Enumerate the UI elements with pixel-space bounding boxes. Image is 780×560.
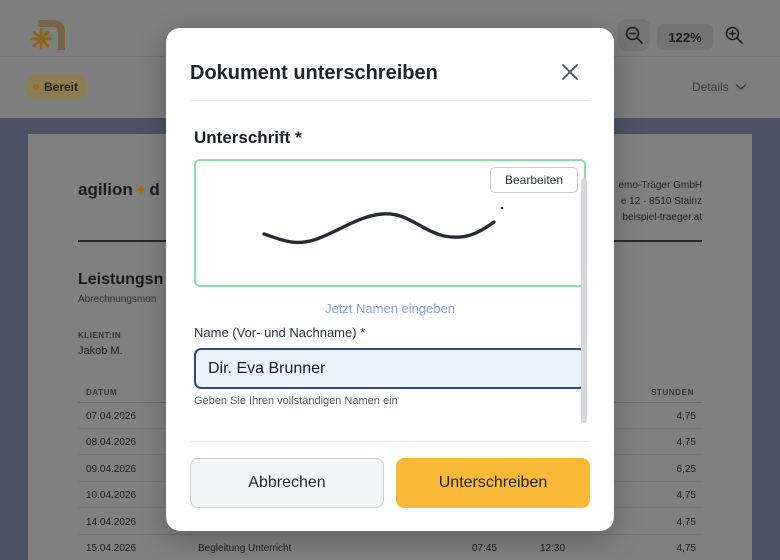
- cell-date: 15.04.2026: [86, 543, 137, 554]
- column-header-date: DATUM: [86, 388, 118, 397]
- cancel-button[interactable]: Abbrechen: [190, 458, 384, 508]
- cell-hours: 4,75: [676, 490, 696, 501]
- dialog-scrollbar[interactable]: [581, 178, 587, 423]
- name-input[interactable]: [194, 348, 586, 389]
- zoom-level: 122%: [657, 24, 713, 50]
- brand-logo-icon: [28, 16, 68, 54]
- sender-address: emo-Träger GmbH e 12 · 8510 Stainz beisp…: [618, 178, 702, 226]
- edit-signature-button[interactable]: Bearbeiten: [490, 167, 578, 193]
- table-row: 15.04.2026 Begleitung Unterricht 07:45 1…: [78, 535, 702, 560]
- cell-hours: 4,75: [676, 411, 696, 422]
- zoom-out-icon: [625, 26, 643, 44]
- zoom-out-button[interactable]: [618, 19, 650, 51]
- column-header-hours: STUNDEN: [651, 388, 694, 397]
- sign-document-dialog: Dokument unterschreiben Unterschrift * B…: [166, 28, 614, 531]
- enter-name-link[interactable]: Jetzt Namen eingeben: [166, 301, 614, 316]
- brand-name-left: agilion: [78, 180, 133, 199]
- cell-hours: 4,75: [676, 517, 696, 528]
- signature-label: Unterschrift *: [194, 128, 302, 147]
- cell-date: 10.04.2026: [86, 490, 137, 501]
- brand-name-right: d: [149, 180, 160, 199]
- cell-hours: 6,25: [676, 464, 696, 475]
- dialog-title: Dokument unterschreiben: [190, 62, 438, 84]
- close-icon: [562, 64, 578, 80]
- cell-to: 12:30: [540, 543, 566, 554]
- dialog-header-divider: [190, 100, 590, 101]
- details-label: Details: [692, 80, 729, 94]
- sender-line: emo-Träger GmbH: [618, 180, 702, 191]
- sign-button[interactable]: Unterschreiben: [396, 458, 590, 508]
- cell-date: 09.04.2026: [86, 464, 137, 475]
- name-field-label: Name (Vor- und Nachname) *: [194, 325, 366, 340]
- details-button[interactable]: Details: [692, 80, 747, 94]
- sender-line: e 12 · 8510 Stainz: [620, 196, 702, 207]
- cell-date: 07.04.2026: [86, 411, 137, 422]
- client-name: Jakob M.: [78, 345, 123, 357]
- cell-date: 08.04.2026: [86, 437, 137, 448]
- cell-hours: 4,75: [676, 543, 696, 554]
- signature-stroke: [262, 206, 504, 245]
- document-brand-logo: agilion ✦ d: [78, 180, 160, 200]
- cell-from: 07:45: [472, 543, 498, 554]
- document-title: Leistungsn: [78, 271, 164, 288]
- client-label: KLIENT:IN: [78, 331, 122, 340]
- document-subtitle: Abrechnungsmon: [78, 294, 157, 305]
- zoom-in-icon: [725, 26, 743, 44]
- status-badge: Bereit: [24, 74, 88, 100]
- name-hint: Geben Sie Ihren vollständigen Namen ein: [194, 395, 398, 407]
- cell-hours: 4,75: [676, 437, 696, 448]
- cell-activity: Begleitung Unterricht: [198, 543, 292, 554]
- sender-line: beispiel-traeger.at: [622, 212, 703, 223]
- zoom-in-button[interactable]: [718, 19, 750, 51]
- close-button[interactable]: [558, 60, 582, 84]
- cell-date: 14.04.2026: [86, 517, 137, 528]
- chevron-down-icon: [735, 83, 747, 91]
- brand-star-icon: ✦: [134, 182, 148, 199]
- dialog-footer-divider: [190, 441, 590, 442]
